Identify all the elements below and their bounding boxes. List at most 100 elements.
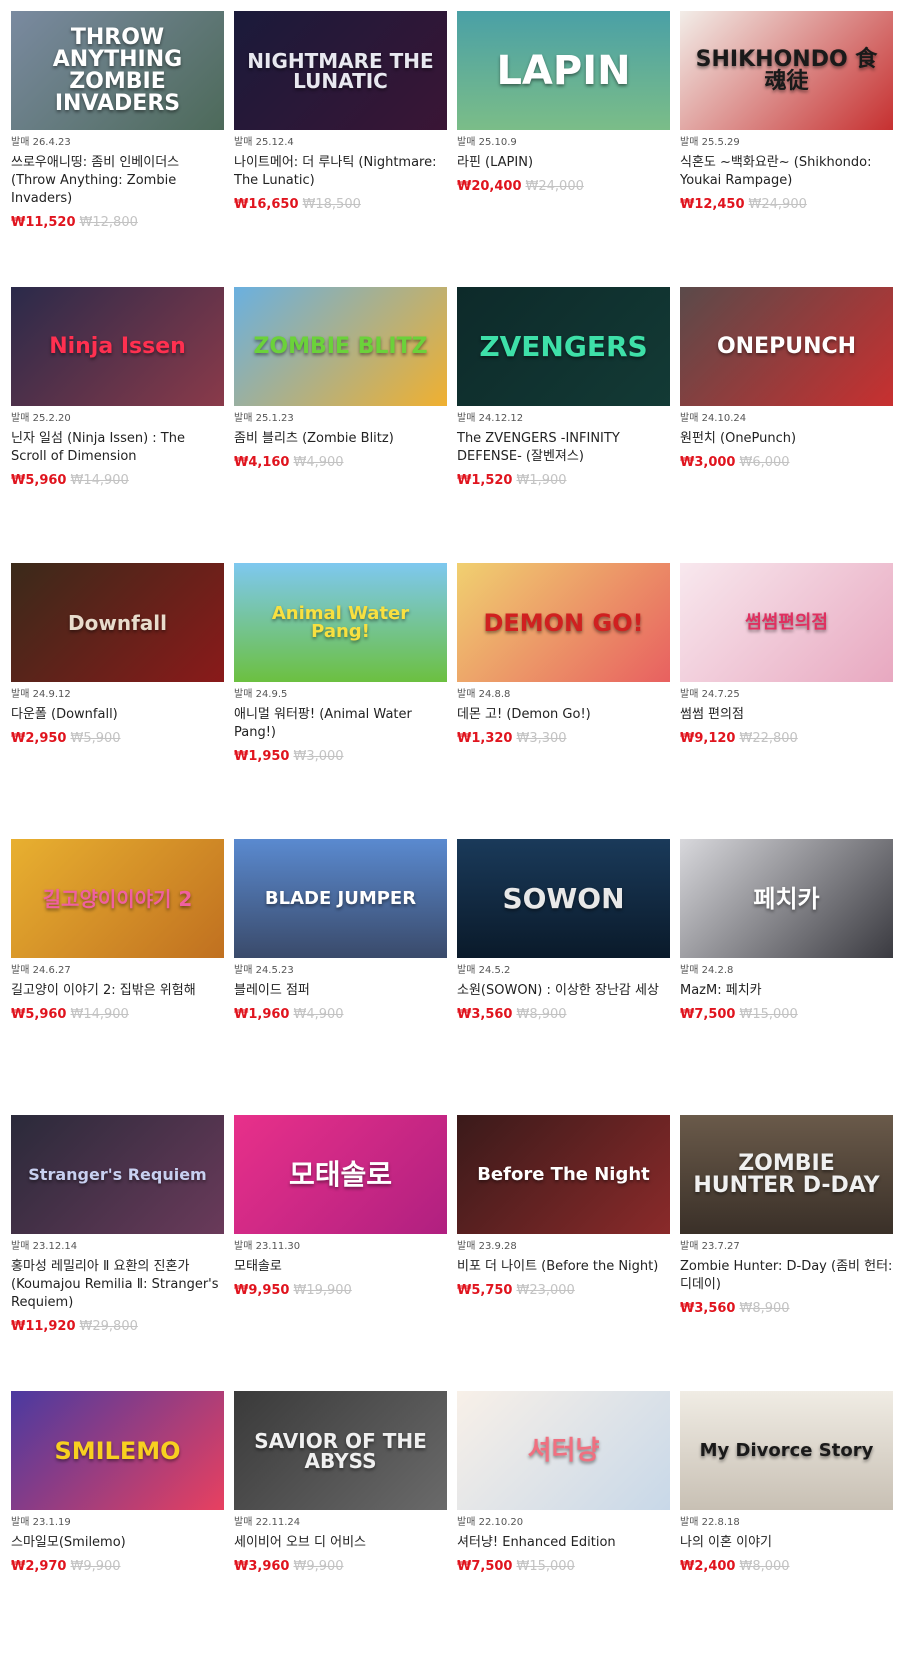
game-title[interactable]: 애니멀 워터팡! (Animal Water Pang!) — [234, 706, 447, 742]
release-date: 발매 23.12.14 — [11, 1241, 78, 1252]
release-date: 발매 23.7.27 — [680, 1241, 740, 1252]
game-thumbnail[interactable]: Before The Night — [457, 1115, 670, 1234]
game-logo-text: Ninja Issen — [49, 333, 186, 359]
game-thumbnail[interactable]: SAVIOR OF THE ABYSS — [234, 1391, 447, 1510]
original-price: ₩4,900 — [293, 455, 344, 470]
game-thumbnail[interactable]: NIGHTMARE THE LUNATIC — [234, 11, 447, 130]
game-logo-text: LAPIN — [496, 47, 631, 94]
price: ₩7,500 ₩15,000 — [680, 1006, 893, 1024]
game-thumbnail[interactable]: SOWON — [457, 839, 670, 958]
game-title[interactable]: 홍마성 레밀리아 Ⅱ 요환의 진혼가 (Koumajou Remilia Ⅱ: … — [11, 1258, 224, 1312]
game-thumbnail[interactable]: ONEPUNCH — [680, 287, 893, 406]
price: ₩5,750 ₩23,000 — [457, 1282, 670, 1300]
game-title[interactable]: 비포 더 나이트 (Before the Night) — [457, 1258, 670, 1276]
game-thumbnail[interactable]: ZVENGERS — [457, 287, 670, 406]
game-title[interactable]: 모태솔로 — [234, 1258, 447, 1276]
game-card[interactable]: ZOMBIE HUNTER D-DAY 발매 23.7.27 Zombie Hunt… — [680, 1115, 893, 1391]
game-card[interactable]: 썸썸편의점 발매 24.7.25 썸썸 편의점 ₩9,120 ₩22,800 — [680, 563, 893, 839]
game-card[interactable]: NIGHTMARE THE LUNATIC 발매 25.12.4 나이트메어: 더 … — [234, 11, 447, 287]
game-card[interactable]: 모태솔로 발매 23.11.30 모태솔로 ₩9,950 ₩19,900 — [234, 1115, 447, 1391]
game-card[interactable]: ZVENGERS 발매 24.12.12 The ZVENGERS -INFINIT… — [457, 287, 670, 563]
game-title[interactable]: 다운폴 (Downfall) — [11, 706, 224, 724]
game-title[interactable]: 원펀치 (OnePunch) — [680, 430, 893, 448]
release-date: 발매 24.9.12 — [11, 689, 71, 700]
sale-price: ₩11,920 — [11, 1319, 76, 1334]
game-thumbnail[interactable]: My Divorce Story — [680, 1391, 893, 1510]
game-card[interactable]: Stranger's Requiem 발매 23.12.14 홍마성 레밀리아 Ⅱ … — [11, 1115, 224, 1391]
game-card[interactable]: SOWON 발매 24.5.2 소원(SOWON) : 이상한 장난감 세상 ₩3,5… — [457, 839, 670, 1115]
game-card[interactable]: SAVIOR OF THE ABYSS 발매 22.11.24 세이비어 오브 디 … — [234, 1391, 447, 1667]
game-title[interactable]: MazM: 페치카 — [680, 982, 893, 1000]
game-card[interactable]: DEMON GO! 발매 24.8.8 데몬 고! (Demon Go!) ₩1,32… — [457, 563, 670, 839]
game-card[interactable]: Downfall 발매 24.9.12 다운폴 (Downfall) ₩2,950 ₩5… — [11, 563, 224, 839]
game-title[interactable]: 셔터냥! Enhanced Edition — [457, 1534, 670, 1552]
sale-price: ₩2,400 — [680, 1559, 736, 1574]
game-thumbnail[interactable]: BLADE JUMPER — [234, 839, 447, 958]
game-thumbnail[interactable]: 길고양이이야기 2 — [11, 839, 224, 958]
game-thumbnail[interactable]: ZOMBIE HUNTER D-DAY — [680, 1115, 893, 1234]
game-logo-text: Downfall — [68, 610, 167, 635]
game-title[interactable]: 블레이드 점퍼 — [234, 982, 447, 1000]
game-card[interactable]: LAPIN 발매 25.10.9 라핀 (LAPIN) ₩20,400 ₩24,000 — [457, 11, 670, 287]
game-title[interactable]: 라핀 (LAPIN) — [457, 154, 670, 172]
price: ₩1,520 ₩1,900 — [457, 472, 670, 490]
game-thumbnail[interactable]: ZOMBIE BLITZ — [234, 287, 447, 406]
game-card[interactable]: SHIKHONDO 食魂徒 발매 25.5.29 식혼도 ~백화요란~ (Shikh… — [680, 11, 893, 287]
price: ₩1,960 ₩4,900 — [234, 1006, 447, 1024]
game-card[interactable]: Before The Night 발매 23.9.28 비포 더 나이트 (Befo… — [457, 1115, 670, 1391]
game-card[interactable]: ONEPUNCH 발매 24.10.24 원펀치 (OnePunch) ₩3,000 ₩… — [680, 287, 893, 563]
game-title[interactable]: 나의 이혼 이야기 — [680, 1534, 893, 1552]
game-thumbnail[interactable]: 모태솔로 — [234, 1115, 447, 1234]
game-thumbnail[interactable]: Stranger's Requiem — [11, 1115, 224, 1234]
release-date: 발매 22.10.20 — [457, 1517, 524, 1528]
original-price: ₩23,000 — [516, 1283, 575, 1298]
game-title[interactable]: 나이트메어: 더 루나틱 (Nightmare: The Lunatic) — [234, 154, 447, 190]
game-title[interactable]: 데몬 고! (Demon Go!) — [457, 706, 670, 724]
game-title[interactable]: 세이비어 오브 디 어비스 — [234, 1534, 447, 1552]
game-title[interactable]: 소원(SOWON) : 이상한 장난감 세상 — [457, 982, 670, 1000]
game-logo-text: THROW ANYTHING ZOMBIE INVADERS — [52, 24, 183, 116]
price: ₩9,120 ₩22,800 — [680, 730, 893, 748]
game-logo-text: DEMON GO! — [483, 608, 644, 637]
game-card[interactable]: My Divorce Story 발매 22.8.18 나의 이혼 이야기 ₩2,40… — [680, 1391, 893, 1667]
game-card[interactable]: SMILEMO 발매 23.1.19 스마일모(Smilemo) ₩2,970 ₩9,9… — [11, 1391, 224, 1667]
game-card[interactable]: Ninja Issen 발매 25.2.20 닌자 일섬 (Ninja Issen)… — [11, 287, 224, 563]
game-card[interactable]: THROW ANYTHING ZOMBIE INVADERS 발매 26.4.23… — [11, 11, 224, 287]
game-thumbnail[interactable]: Ninja Issen — [11, 287, 224, 406]
game-title[interactable]: 쓰로우애니띵: 좀비 인베이더스 (Throw Anything: Zombie… — [11, 154, 224, 208]
game-thumbnail[interactable]: SMILEMO — [11, 1391, 224, 1510]
sale-price: ₩7,500 — [457, 1559, 513, 1574]
sale-price: ₩7,500 — [680, 1007, 736, 1022]
release-date: 발매 24.12.12 — [457, 413, 524, 424]
original-price: ₩14,900 — [70, 1007, 129, 1022]
game-thumbnail[interactable]: 페치카 — [680, 839, 893, 958]
price: ₩5,960 ₩14,900 — [11, 1006, 224, 1024]
game-title[interactable]: The ZVENGERS -INFINITY DEFENSE- (잘벤져스) — [457, 430, 670, 466]
game-logo-text: Stranger's Requiem — [28, 1164, 207, 1184]
game-thumbnail[interactable]: Animal Water Pang! — [234, 563, 447, 682]
game-title[interactable]: 닌자 일섬 (Ninja Issen) : The Scroll of Dime… — [11, 430, 224, 466]
game-title[interactable]: 썸썸 편의점 — [680, 706, 893, 724]
game-card[interactable]: Animal Water Pang! 발매 24.9.5 애니멀 워터팡! (Ani… — [234, 563, 447, 839]
game-thumbnail[interactable]: 셔터냥 — [457, 1391, 670, 1510]
game-title[interactable]: 좀비 블리츠 (Zombie Blitz) — [234, 430, 447, 448]
game-card[interactable]: ZOMBIE BLITZ 발매 25.1.23 좀비 블리츠 (Zombie Bli… — [234, 287, 447, 563]
game-thumbnail[interactable]: 썸썸편의점 — [680, 563, 893, 682]
release-date: 발매 25.5.29 — [680, 137, 740, 148]
sale-price: ₩12,450 — [680, 197, 745, 212]
game-thumbnail[interactable]: THROW ANYTHING ZOMBIE INVADERS — [11, 11, 224, 130]
game-card[interactable]: 페치카 발매 24.2.8 MazM: 페치카 ₩7,500 ₩15,000 — [680, 839, 893, 1115]
game-title[interactable]: 식혼도 ~백화요란~ (Shikhondo: Youkai Rampage) — [680, 154, 893, 190]
game-card[interactable]: 길고양이이야기 2 발매 24.6.27 길고양이 이야기 2: 집밖은 위험해 ₩5… — [11, 839, 224, 1115]
game-card[interactable]: 셔터냥발매 22.10.20 셔터냥! Enhanced Edition ₩7,50… — [457, 1391, 670, 1667]
price: ₩2,950 ₩5,900 — [11, 730, 224, 748]
game-thumbnail[interactable]: DEMON GO! — [457, 563, 670, 682]
game-thumbnail[interactable]: LAPIN — [457, 11, 670, 130]
game-card[interactable]: BLADE JUMPER 발매 24.5.23 블레이드 점퍼 ₩1,960 ₩4,90… — [234, 839, 447, 1115]
game-title[interactable]: 길고양이 이야기 2: 집밖은 위험해 — [11, 982, 224, 1000]
game-title[interactable]: Zombie Hunter: D-Day (좀비 헌터: 디데이) — [680, 1258, 893, 1294]
game-thumbnail[interactable]: SHIKHONDO 食魂徒 — [680, 11, 893, 130]
game-title[interactable]: 스마일모(Smilemo) — [11, 1534, 224, 1552]
game-thumbnail[interactable]: Downfall — [11, 563, 224, 682]
price: ₩4,160 ₩4,900 — [234, 454, 447, 472]
